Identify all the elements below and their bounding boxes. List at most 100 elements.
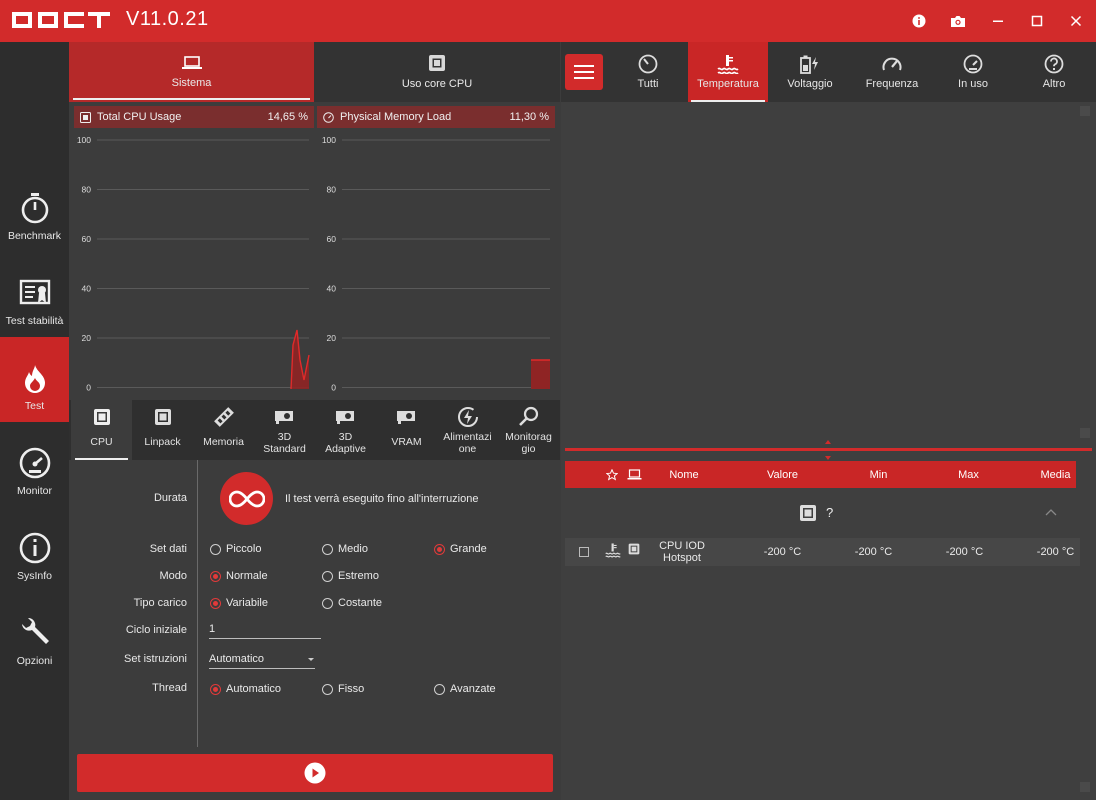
y-tick-label: 40 — [82, 284, 92, 294]
sensor-table-header: Nome Valore Min Max Media — [565, 461, 1076, 488]
form-divider — [197, 460, 198, 747]
maximize-icon[interactable] — [1027, 11, 1047, 31]
sidebar-item-sysinfo[interactable]: SysInfo — [0, 507, 69, 592]
dial-icon — [882, 57, 902, 71]
question-icon — [1044, 54, 1064, 74]
app-version: V11.0.21 — [126, 8, 209, 30]
y-tick-label: 80 — [82, 185, 92, 195]
infinite-duration-button[interactable] — [220, 472, 273, 525]
sidebar-item-monitor[interactable]: Monitor — [0, 422, 69, 507]
radio-costante[interactable]: Costante — [322, 597, 382, 609]
row-checkbox[interactable] — [579, 547, 589, 557]
radio-variabile[interactable]: Variabile — [210, 597, 268, 609]
gpu-icon — [274, 411, 293, 424]
label-set-istruzioni: Set istruzioni — [124, 653, 187, 665]
y-tick-label: 100 — [322, 135, 336, 145]
start-test-button[interactable] — [77, 754, 553, 792]
tab-alimentazione[interactable]: Alimentazi one — [437, 400, 498, 460]
flame-icon — [24, 365, 45, 393]
y-tick-label: 20 — [327, 333, 337, 343]
close-icon[interactable] — [1066, 11, 1086, 31]
resize-handle-icon[interactable] — [823, 440, 833, 460]
y-tick-label: 0 — [86, 383, 91, 393]
tab-linpack[interactable]: Linpack — [132, 400, 193, 460]
power-bolt-icon — [457, 407, 478, 427]
menu-button[interactable] — [565, 54, 603, 90]
tab-cpu[interactable]: CPU — [71, 400, 132, 460]
thermometer-icon — [717, 55, 739, 74]
radio-piccolo[interactable]: Piccolo — [210, 543, 261, 555]
play-icon — [304, 762, 326, 784]
y-tick-label: 80 — [327, 185, 337, 195]
sensor-value: -200 °C — [763, 546, 802, 558]
radio-thread-avanzate[interactable]: Avanzate — [434, 683, 496, 695]
radio-thread-fisso[interactable]: Fisso — [322, 683, 364, 695]
tab-voltaggio[interactable]: Voltaggio — [770, 42, 850, 102]
tab-frequenza[interactable]: Frequenza — [852, 42, 932, 102]
star-icon[interactable] — [606, 469, 618, 481]
graph-header-memory: Physical Memory Load 11,30 % — [317, 106, 555, 128]
radio-medio[interactable]: Medio — [322, 543, 368, 555]
battery-bolt-icon — [800, 55, 818, 74]
cpu-icon — [800, 505, 816, 521]
table-row[interactable]: CPU IOD Hotspot -200 °C -200 °C -200 °C … — [565, 538, 1080, 566]
cpu-icon — [154, 409, 171, 425]
sidebar-item-test-stabilita[interactable]: Test stabilità — [0, 252, 69, 337]
tab-memoria[interactable]: Memoria — [193, 400, 254, 460]
tab-uso-core-cpu[interactable]: Uso core CPU — [314, 42, 560, 102]
sidebar-item-benchmark[interactable]: Benchmark — [0, 167, 69, 252]
column-max[interactable]: Max — [931, 469, 1006, 481]
label-ciclo-iniziale: Ciclo iniziale — [125, 624, 187, 636]
column-min[interactable]: Min — [841, 469, 916, 481]
sidebar: Benchmark Test stabilità Test Monitor Sy… — [0, 42, 69, 800]
test-type-tabs: CPU Linpack Memoria 3D Standard 3D Adaptiv… — [69, 400, 560, 460]
label-tipo-carico: Tipo carico — [133, 597, 187, 609]
label-thread: Thread — [152, 682, 187, 694]
scroll-down-button[interactable] — [1080, 428, 1090, 438]
usage-icon — [963, 54, 983, 74]
laptop-icon — [181, 56, 202, 69]
tab-vram[interactable]: VRAM — [376, 400, 437, 460]
laptop-icon[interactable] — [627, 469, 642, 481]
set-istruzioni-select[interactable]: Automatico — [209, 653, 315, 669]
thermometer-icon — [605, 543, 621, 558]
cpu-usage-graph: 100 80 60 40 20 0 — [77, 135, 310, 393]
table-scroll-down-button[interactable] — [1080, 782, 1090, 792]
camera-icon[interactable] — [948, 11, 968, 31]
hamburger-icon — [574, 65, 594, 79]
tab-monitoraggio[interactable]: Monitorag gio — [498, 400, 559, 460]
radio-thread-automatico[interactable]: Automatico — [210, 683, 281, 695]
info-icon[interactable] — [909, 11, 929, 31]
radio-estremo[interactable]: Estremo — [322, 570, 379, 582]
column-valore[interactable]: Valore — [745, 469, 820, 481]
tab-3d-adaptive[interactable]: 3D Adaptive — [315, 400, 376, 460]
column-media[interactable]: Media — [1018, 469, 1093, 481]
memory-stick-icon — [213, 407, 234, 427]
ciclo-iniziale-input[interactable]: 1 — [209, 623, 321, 639]
chevron-up-icon[interactable] — [1045, 508, 1057, 516]
tab-3d-standard[interactable]: 3D Standard — [254, 400, 315, 460]
tab-tutti[interactable]: Tutti — [608, 42, 688, 102]
minimize-icon[interactable] — [988, 11, 1008, 31]
tab-altro[interactable]: Altro — [1014, 42, 1094, 102]
sensor-min: -200 °C — [854, 546, 893, 558]
scroll-up-button[interactable] — [1080, 106, 1090, 116]
tab-in-uso[interactable]: In uso — [933, 42, 1013, 102]
column-nome[interactable]: Nome — [649, 469, 719, 481]
occt-logo — [12, 12, 110, 28]
sensor-avg: -200 °C — [1036, 546, 1075, 558]
memory-load-graph: 100 80 60 40 20 0 — [322, 135, 550, 393]
tab-temperatura[interactable]: Temperatura — [688, 42, 768, 102]
group-label: ? — [826, 505, 834, 520]
cpu-icon — [429, 55, 445, 71]
radio-grande[interactable]: Grande — [434, 543, 487, 555]
y-tick-label: 100 — [77, 135, 91, 145]
graph-header-cpu: Total CPU Usage 14,65 % — [74, 106, 314, 128]
radio-normale[interactable]: Normale — [210, 570, 268, 582]
tab-sistema[interactable]: Sistema — [69, 42, 314, 102]
sidebar-item-test[interactable]: Test — [0, 337, 69, 422]
memory-load-area — [531, 360, 550, 389]
sidebar-item-opzioni[interactable]: Opzioni — [0, 592, 69, 677]
test-config-panel: Sistema Uso core CPU Total CPU Usage 14,… — [69, 42, 560, 800]
gauge-icon — [323, 111, 334, 123]
